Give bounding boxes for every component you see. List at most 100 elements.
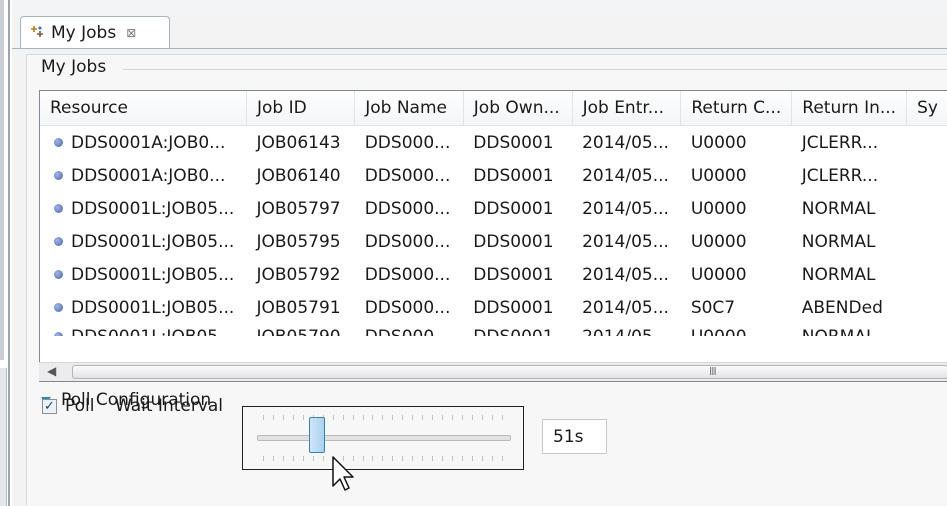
wait-interval-slider[interactable]	[242, 406, 524, 470]
sash-line[interactable]	[8, 0, 10, 506]
grip-icon: III	[709, 365, 717, 378]
toolbar-strip	[12, 0, 947, 14]
cell-job-name: DDS000...	[364, 165, 451, 186]
column-header-return-info[interactable]: Return In...	[791, 91, 908, 126]
cell-return-code: U0000	[690, 231, 747, 252]
cell-job-entry: 2014/05...	[582, 264, 669, 285]
column-header-job-owner[interactable]: Job Own...	[463, 91, 573, 126]
column-header-resource[interactable]: Resource	[40, 91, 247, 126]
cell-job-owner: DDS0001	[473, 264, 554, 285]
cell-return-info: NORMAL	[801, 198, 876, 219]
slider-tick	[332, 415, 334, 420]
cell-job-name: DDS000...	[364, 198, 451, 219]
cell-sy	[907, 291, 947, 324]
slider-tick	[372, 456, 374, 461]
slider-tick	[501, 415, 503, 420]
group-title: My Jobs	[39, 57, 109, 77]
slider-tick	[382, 415, 384, 420]
cell-return-code: U0000	[690, 264, 747, 285]
slider-track[interactable]	[257, 435, 511, 441]
cell-return-info: JCLERR...	[801, 165, 879, 186]
table-row[interactable]: DDS0001L:JOB05... JOB05795 DDS000... DDS…	[40, 225, 947, 258]
slider-tick	[452, 415, 454, 420]
tab-my-jobs[interactable]: My Jobs ⊠	[20, 16, 170, 48]
cell-job-id: JOB05790	[256, 324, 344, 336]
mouse-cursor-icon	[332, 456, 354, 491]
table-row[interactable]: DDS0001A:JOB0... JOB06140 DDS000... DDS0…	[40, 159, 947, 192]
cell-resource: DDS0001L:JOB05...	[71, 231, 235, 252]
cell-job-name: DDS000...	[364, 264, 451, 285]
cell-job-owner: DDS0001	[473, 165, 554, 186]
cell-job-entry: 2014/05...	[582, 165, 669, 186]
slider-ticks-bottom	[263, 456, 503, 464]
job-status-icon	[54, 170, 63, 180]
table-header: Resource Job ID Job Name Job Own... Job …	[40, 91, 947, 126]
cell-return-info: NORMAL	[801, 231, 876, 252]
editor-edge-lower	[0, 368, 7, 506]
cell-resource: DDS0001A:JOB0...	[71, 165, 226, 186]
table-row[interactable]: DDS0001L:JOB05... JOB05790 DDS000... DDS…	[40, 324, 947, 340]
cell-job-name: DDS000...	[364, 297, 451, 318]
slider-tick	[292, 415, 294, 420]
editor-edge	[0, 0, 4, 360]
slider-tick	[422, 415, 424, 420]
job-status-icon	[54, 203, 63, 213]
column-header-job-id[interactable]: Job ID	[246, 91, 356, 126]
slider-tick	[282, 415, 284, 420]
slider-tick	[362, 415, 364, 420]
slider-tick	[322, 456, 324, 461]
slider-tick	[392, 415, 394, 420]
cell-job-name: DDS000...	[364, 132, 451, 153]
cell-return-code: U0000	[691, 324, 782, 336]
jobs-icon	[31, 25, 43, 37]
column-header-job-entry[interactable]: Job Entr...	[572, 91, 682, 126]
cell-return-info: NORMAL	[801, 264, 876, 285]
jobs-table: Resource Job ID Job Name Job Own... Job …	[39, 90, 947, 382]
table-row[interactable]: DDS0001L:JOB05... JOB05797 DDS000... DDS…	[40, 192, 947, 225]
slider-tick	[382, 456, 384, 461]
slider-tick	[491, 415, 493, 420]
slider-tick	[402, 456, 404, 461]
cell-job-id: JOB05792	[256, 264, 341, 285]
slider-tick	[302, 456, 304, 461]
slider-tick	[392, 456, 394, 461]
slider-tick	[432, 415, 434, 420]
slider-tick	[442, 456, 444, 461]
slider-tick	[263, 415, 264, 420]
scroll-left-icon[interactable]: ◀	[47, 364, 56, 378]
cell-resource: DDS0001A:JOB0...	[71, 132, 226, 153]
column-header-return-code[interactable]: Return C...	[680, 91, 793, 126]
slider-tick	[263, 456, 264, 461]
cell-job-entry: 2014/05...	[582, 324, 671, 336]
cell-sy	[907, 192, 947, 225]
slider-tick	[481, 456, 483, 461]
interval-value-field[interactable]: 51s	[542, 419, 607, 454]
slider-ticks-top	[263, 415, 503, 423]
column-header-job-name[interactable]: Job Name	[354, 91, 464, 126]
close-icon[interactable]: ⊠	[126, 26, 136, 40]
cell-job-id: JOB06143	[256, 132, 341, 153]
cell-resource: DDS0001L:JOB05...	[71, 297, 235, 318]
cell-return-code: S0C7	[690, 297, 736, 318]
wait-interval-label: Wait Interval	[115, 396, 224, 416]
poll-checkbox[interactable]: ✓	[42, 399, 57, 414]
slider-tick	[372, 415, 374, 420]
slider-tick	[352, 415, 354, 420]
scrollbar-thumb[interactable]: III	[72, 365, 947, 379]
cell-return-code: U0000	[690, 132, 747, 153]
cell-job-id: JOB06140	[256, 165, 341, 186]
cell-job-id: JOB05797	[256, 198, 341, 219]
horizontal-scrollbar[interactable]: ◀ III	[39, 362, 947, 381]
cell-job-owner: DDS0001	[473, 132, 554, 153]
table-row[interactable]: DDS0001L:JOB05... JOB05792 DDS000... DDS…	[40, 258, 947, 291]
job-status-icon	[54, 137, 63, 147]
slider-thumb[interactable]	[308, 417, 325, 453]
slider-tick	[292, 456, 294, 461]
cell-return-info: NORMAL	[802, 324, 897, 336]
cell-job-entry: 2014/05...	[582, 297, 669, 318]
column-header-sy[interactable]: Sy	[906, 91, 947, 126]
table-row[interactable]: DDS0001A:JOB0... JOB06143 DDS000... DDS0…	[40, 126, 947, 160]
cell-sy	[907, 225, 947, 258]
table-row[interactable]: DDS0001L:JOB05... JOB05791 DDS000... DDS…	[40, 291, 947, 324]
cell-return-info: ABENDed	[801, 297, 883, 318]
